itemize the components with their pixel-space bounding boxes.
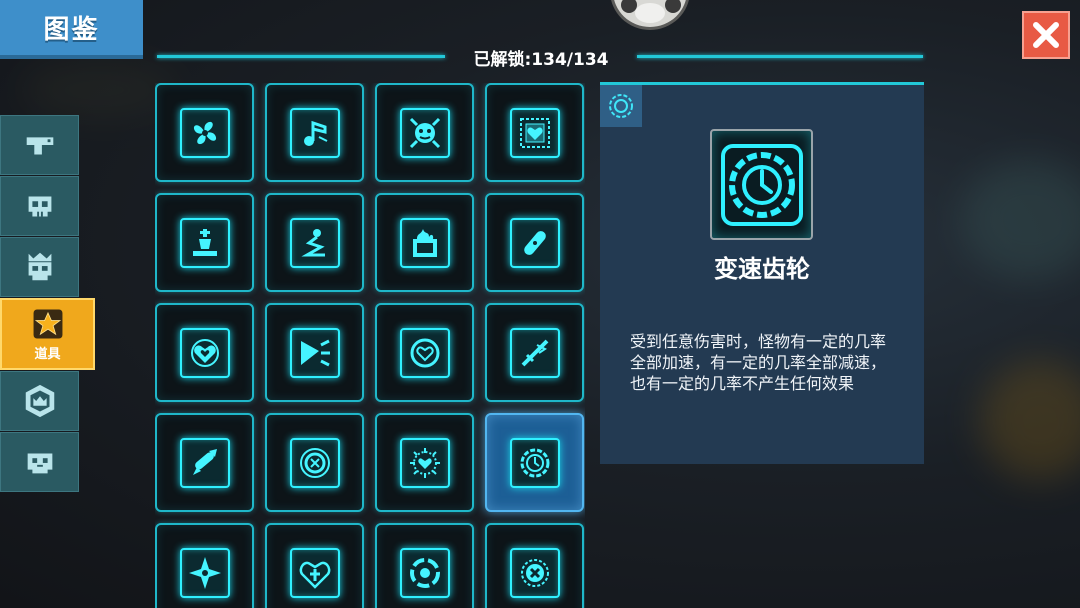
grid-item-zigzag[interactable]	[265, 193, 364, 292]
item-detail-panel: 变速齿轮 受到任意伤害时，怪物有一定的几率全部加速，有一定的几率全部减速，也有一…	[600, 82, 924, 464]
icon-frame	[399, 107, 450, 158]
cross-heart-icon	[299, 561, 330, 589]
background-glow	[960, 160, 1080, 280]
tab-items[interactable]: 道具	[0, 298, 95, 370]
heart-frame-icon	[519, 117, 550, 148]
grid-item-x-circle[interactable]	[485, 523, 584, 608]
avatar-ear	[665, 0, 681, 13]
icon-frame	[509, 327, 560, 378]
header-divider	[637, 55, 923, 58]
item-name: 变速齿轮	[714, 255, 810, 283]
target-face-icon	[409, 117, 440, 148]
tab-items-label: 道具	[34, 346, 61, 362]
item-grid	[155, 83, 585, 608]
grid-item-spiky-heart[interactable]	[375, 413, 474, 512]
bandage-icon	[523, 230, 546, 255]
spiky-heart-icon	[409, 447, 440, 478]
grid-item-target-face[interactable]	[375, 83, 474, 182]
zigzag-path-icon	[300, 228, 325, 256]
icon-frame	[289, 107, 340, 158]
grid-item-propeller[interactable]	[155, 83, 254, 182]
unlock-status: 已解锁:134/134	[473, 50, 609, 70]
icon-frame	[509, 547, 560, 598]
four-point-star-icon	[188, 556, 221, 589]
icon-frame	[399, 437, 450, 488]
grid-item-heart-ring[interactable]	[375, 303, 474, 402]
speed-gear-icon	[520, 448, 549, 477]
grid-item-heart-frame[interactable]	[485, 83, 584, 182]
grid-item-bishop[interactable]	[155, 193, 254, 292]
detail-category-badge	[600, 85, 642, 127]
star-icon	[33, 309, 62, 338]
icon-frame	[399, 547, 450, 598]
tab-bosses[interactable]	[0, 237, 79, 297]
icon-frame	[289, 327, 340, 378]
tab-pets[interactable]	[0, 432, 79, 492]
detail-item-icon	[710, 129, 813, 240]
shield-crown-icon	[25, 384, 54, 418]
icon-frame	[179, 327, 230, 378]
grid-item-four-point-star[interactable]	[155, 523, 254, 608]
icon-frame	[509, 217, 560, 268]
page-title: 图鉴	[43, 15, 100, 45]
grid-item-rocket-bullets[interactable]	[155, 413, 254, 512]
header-divider	[157, 55, 445, 58]
propeller-icon	[193, 121, 216, 144]
icon-frame	[289, 547, 340, 598]
tab-badges[interactable]	[0, 371, 79, 431]
grid-item-broken-sword[interactable]	[485, 303, 584, 402]
grid-item-claw-splash[interactable]	[265, 303, 364, 402]
bishop-piece-icon	[192, 228, 217, 256]
icon-frame	[289, 437, 340, 488]
icon-frame	[399, 217, 450, 268]
burning-box-icon	[412, 228, 437, 257]
pet-icon	[27, 453, 52, 474]
icon-frame	[179, 107, 230, 158]
grid-item-music[interactable]	[265, 83, 364, 182]
music-note-icon	[303, 120, 327, 146]
grid-item-bandage[interactable]	[485, 193, 584, 292]
rocket-bullets-icon	[192, 448, 217, 475]
avatar[interactable]	[610, 0, 690, 30]
gear-badge-icon	[609, 94, 633, 118]
close-x-icon	[1033, 22, 1059, 48]
tri-ring-icon	[409, 557, 440, 588]
heart-ring-icon	[410, 338, 439, 367]
item-description: 受到任意伤害时，怪物有一定的几率全部加速，有一定的几率全部减速，也有一定的几率不…	[630, 332, 887, 393]
icon-frame	[509, 107, 560, 158]
background-glow	[980, 360, 1080, 480]
grid-item-burning-box[interactable]	[375, 193, 474, 292]
close-button[interactable]	[1022, 11, 1070, 59]
grid-item-speed-gear[interactable]	[485, 413, 584, 512]
grid-item-tri-ring[interactable]	[375, 523, 474, 608]
skull-icon	[28, 196, 51, 217]
icon-frame	[179, 437, 230, 488]
claw-splash-icon	[300, 339, 330, 366]
icon-frame	[509, 437, 560, 488]
icon-frame	[179, 547, 230, 598]
grid-item-crosshair-ring[interactable]	[265, 413, 364, 512]
crosshair-ring-icon	[299, 447, 330, 478]
grid-item-cross-heart[interactable]	[265, 523, 364, 608]
heart-circle-icon	[190, 338, 219, 367]
crown-skull-icon	[28, 252, 51, 281]
tab-weapons[interactable]	[0, 115, 79, 175]
x-circle-icon	[520, 558, 549, 587]
icon-frame	[179, 217, 230, 268]
icon-frame	[399, 327, 450, 378]
speed-gear-icon	[720, 143, 803, 226]
grid-item-heart-circle[interactable]	[155, 303, 254, 402]
broken-sword-icon	[521, 339, 548, 366]
icon-frame	[289, 217, 340, 268]
gun-icon	[26, 137, 53, 155]
page-title-tab: 图鉴	[0, 0, 143, 59]
avatar-face	[635, 3, 665, 23]
tab-monsters[interactable]	[0, 176, 79, 236]
